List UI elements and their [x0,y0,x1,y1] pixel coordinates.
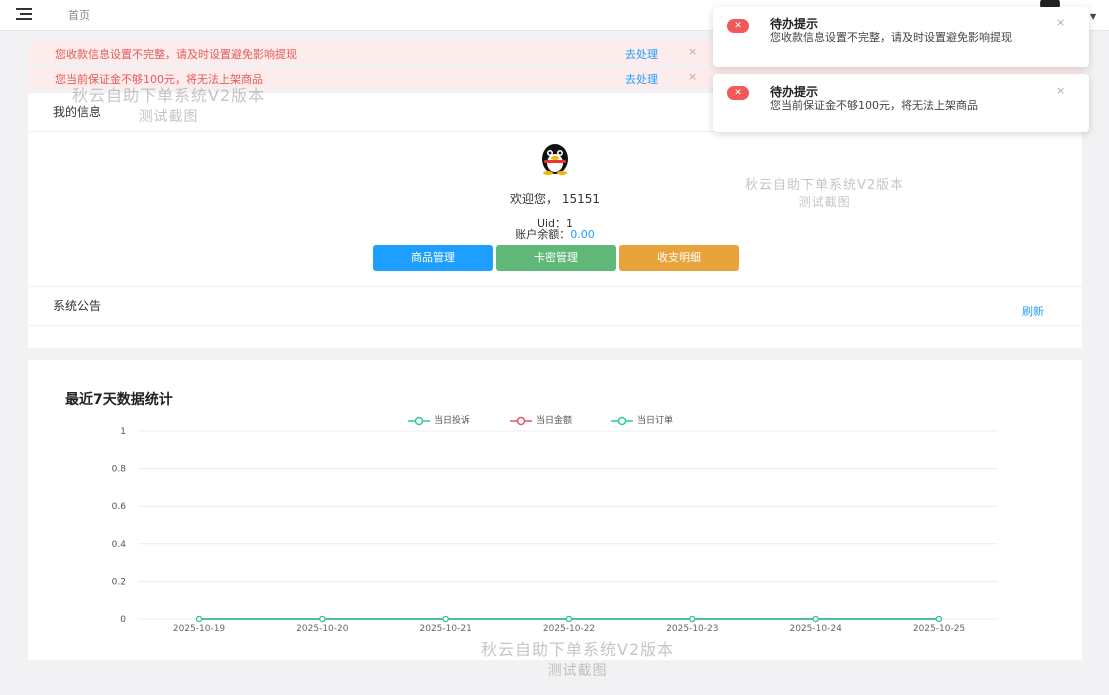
y-tick-label: 0.6 [112,502,127,512]
data-point[interactable] [442,615,449,623]
menu-icon[interactable] [16,8,32,20]
x-tick-label: 2025-10-23 [666,624,718,634]
close-icon[interactable]: × [1056,16,1065,29]
balance-text: 账户余额：0.00 [28,226,1082,242]
notice-header: 系统公告 [28,286,1082,326]
data-point[interactable] [935,615,943,623]
refresh-link[interactable]: 刷新 [1022,303,1044,319]
data-point[interactable] [195,615,203,623]
watermark-line1: 秋云自助下单系统V2版本 [481,640,675,659]
data-point[interactable] [565,615,573,623]
qq-penguin-icon [542,144,568,175]
toast-title: 待办提示 [770,17,819,31]
watermark-line2: 测试截图 [547,663,608,679]
data-point[interactable] [319,615,326,623]
chevron-down-icon[interactable]: ▼ [1090,12,1096,21]
close-icon[interactable]: × [688,45,697,58]
todo-toast-payment: ✕ 待办提示 您收款信息设置不完整，请及时设置避免影响提现 × [713,7,1089,67]
x-tick-label: 2025-10-20 [296,624,349,634]
watermark: 秋云自助下单系统V2版本 测试截图 [72,82,265,126]
y-tick-label: 0 [120,615,126,625]
balance-value: 0.00 [570,228,595,241]
y-tick-label: 0.2 [112,577,126,587]
error-icon: ✕ [727,19,749,33]
close-icon[interactable]: × [688,70,697,83]
todo-toast-deposit: ✕ 待办提示 您当前保证金不够100元，将无法上架商品 × [713,74,1089,132]
alert-action-link[interactable]: 去处理 [625,46,658,62]
toast-body: 您当前保证金不够100元，将无法上架商品 [770,99,978,112]
watermark-line2: 测试截图 [798,195,851,209]
watermark: 秋云自助下单系统V2版本 测试截图 [745,174,904,210]
watermark-line2: 测试截图 [138,109,199,125]
card-key-manage-button[interactable]: 卡密管理 [496,245,616,271]
finance-detail-button[interactable]: 收支明细 [619,245,739,271]
x-tick-label: 2025-10-19 [173,624,226,634]
x-tick-label: 2025-10-22 [543,624,595,634]
stats-line-chart: 0 0.2 0.4 0.6 0.8 1 2025-10-19 2025-10-20 2025-1… [112,427,998,634]
watermark-line1: 秋云自助下单系统V2版本 [72,86,266,105]
watermark: 秋云自助下单系统V2版本 测试截图 [481,636,674,680]
data-point[interactable] [812,615,819,623]
close-icon[interactable]: × [1056,84,1065,97]
watermark-line1: 秋云自助下单系统V2版本 [745,178,905,193]
notice-title: 系统公告 [53,299,102,313]
x-tick-label: 2025-10-21 [420,624,472,634]
stats-card: 最近7天数据统计 当日投诉 当日金额 当日订单 0 0.2 0.4 0.6 0.8 1 20… [28,360,1082,660]
data-point[interactable] [689,615,696,623]
welcome-text: 欢迎您， 15151 [510,192,600,206]
alert-action-link[interactable]: 去处理 [625,71,658,87]
y-tick-label: 1 [120,427,126,437]
alert-message: 您收款信息设置不完整，请及时设置避免影响提现 [55,48,297,61]
breadcrumb-home[interactable]: 首页 [68,7,90,23]
toast-title: 待办提示 [770,85,819,99]
x-tick-label: 2025-10-24 [790,624,843,634]
product-manage-button[interactable]: 商品管理 [373,245,493,271]
balance-label: 账户余额： [515,228,571,241]
y-tick-label: 0.4 [112,540,127,550]
y-tick-label: 0.8 [112,465,127,475]
toast-body: 您收款信息设置不完整，请及时设置避免影响提现 [770,31,1012,44]
error-icon: ✕ [727,86,749,100]
x-tick-label: 2025-10-25 [913,624,965,634]
